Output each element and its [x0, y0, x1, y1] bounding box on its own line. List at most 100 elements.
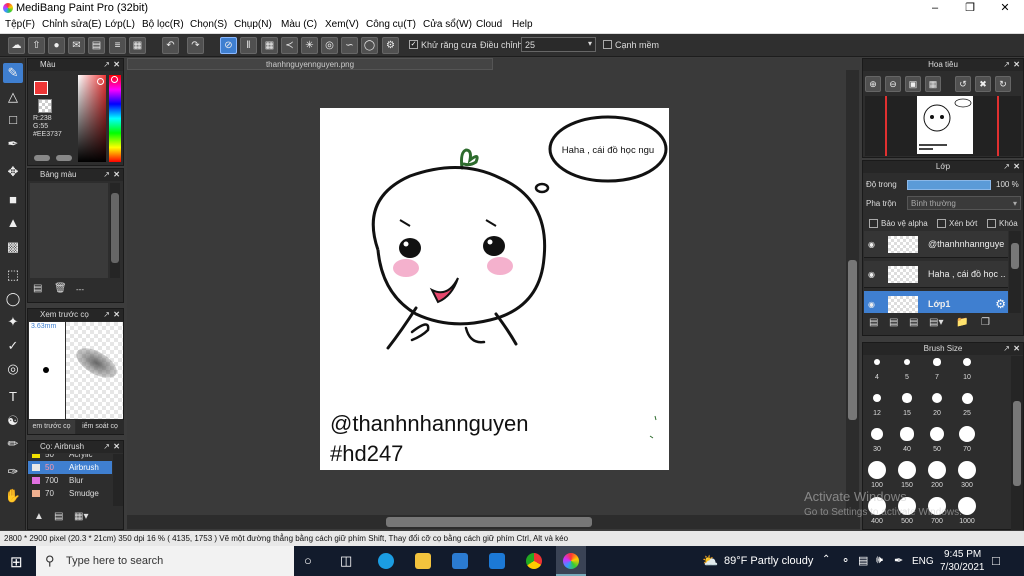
new-layer-icon[interactable]: ▤ — [869, 317, 878, 328]
pen-tool-icon[interactable]: ✒ — [3, 134, 23, 154]
navigator-preview[interactable] — [865, 96, 1021, 156]
hand-tool-icon[interactable]: ✋ — [3, 486, 23, 506]
menu-edit[interactable]: Chỉnh sửa(E) — [42, 19, 102, 30]
brush-size-option[interactable]: 20 — [925, 384, 949, 420]
brush-size-option[interactable]: 12 — [865, 384, 889, 420]
palette-scrollbar[interactable] — [110, 183, 120, 278]
saturation-picker[interactable] — [78, 75, 106, 162]
brush-scrollbar[interactable] — [113, 454, 123, 506]
popout-icon[interactable]: ↗ — [103, 169, 110, 181]
zoom-in-icon[interactable]: ⊕ — [865, 76, 881, 92]
select-rect-tool-icon[interactable]: ⬚ — [3, 265, 23, 285]
close-icon[interactable]: ✕ — [113, 441, 120, 453]
popout-icon[interactable]: ↗ — [1003, 59, 1010, 71]
menu-select[interactable]: Chọn(S) — [190, 19, 227, 30]
mail-icon[interactable] — [489, 553, 505, 569]
clip-checkbox[interactable] — [937, 219, 946, 228]
brush-list-item[interactable]: 50 Airbrush — [28, 461, 112, 474]
ellipse-snap-icon[interactable]: ◯ — [361, 37, 378, 54]
brush-size-option[interactable]: 30 — [865, 420, 889, 456]
opacity-slider[interactable] — [907, 180, 991, 190]
list-icon[interactable]: ≡ — [109, 37, 126, 54]
clock-time[interactable]: 9:45 PM — [944, 549, 981, 560]
actual-size-icon[interactable]: ▦ — [925, 76, 941, 92]
fit-icon[interactable]: ▣ — [905, 76, 921, 92]
palette-area[interactable] — [30, 183, 108, 278]
close-icon[interactable]: ✕ — [113, 169, 120, 181]
network-icon[interactable]: ▤ — [858, 554, 868, 567]
brush-size-scrollbar[interactable] — [1011, 356, 1023, 530]
menu-color[interactable]: Màu (C) — [281, 19, 317, 30]
clock-date[interactable]: 7/30/2021 — [940, 562, 985, 573]
brush-size-option[interactable]: 150 — [895, 456, 919, 492]
tab-brush-control[interactable]: iểm soát cọ — [76, 420, 124, 434]
brush-menu-icon[interactable]: ▦▾ — [74, 511, 88, 522]
layer-row[interactable]: ◉ @thanhnhannguye — [864, 231, 1008, 258]
menu-filter[interactable]: Bộ lọc(R) — [142, 19, 184, 30]
divide-tool-icon[interactable]: ✏ — [3, 434, 23, 454]
brush-size-option[interactable]: 15 — [895, 384, 919, 420]
close-icon[interactable]: ✕ — [1013, 161, 1020, 173]
page-icon[interactable]: ▤ — [88, 37, 105, 54]
new-brush-icon[interactable]: ▤ — [54, 511, 63, 522]
brush-list-item[interactable]: 700 Blur — [28, 474, 112, 487]
no-snap-icon[interactable]: ⊘ — [220, 37, 237, 54]
antialias-checkbox[interactable]: ✓ — [409, 40, 418, 49]
menu-snap[interactable]: Chụp(N) — [234, 19, 272, 30]
medibang-taskbar-item[interactable] — [556, 546, 586, 576]
restore-button[interactable]: ❐ — [953, 0, 987, 17]
select-pen-icon[interactable]: ✓ — [3, 336, 23, 356]
drawing-canvas[interactable]: Haha , cái đồ học ngu @thanhnhannguyen #… — [320, 108, 669, 470]
grid-icon[interactable]: ▦ — [129, 37, 146, 54]
swatch-mode-button[interactable] — [56, 155, 72, 161]
new-layer-1bit-icon[interactable]: ▤ — [909, 317, 918, 328]
duplicate-layer-icon[interactable]: ❐ — [981, 317, 990, 328]
add-palette-icon[interactable]: ▤ — [33, 283, 42, 294]
folder-icon[interactable]: 📁 — [956, 317, 968, 328]
undo-icon[interactable]: ↶ — [162, 37, 179, 54]
brush-size-option[interactable]: 5 — [895, 356, 919, 384]
document-tab[interactable]: thanhnguyennguyen.png — [127, 58, 493, 70]
task-view-icon[interactable]: ◫ — [340, 553, 352, 569]
eye-icon[interactable]: ◉ — [868, 261, 875, 288]
lock-checkbox[interactable] — [987, 219, 996, 228]
add-brush-icon[interactable]: ▲ — [34, 511, 44, 522]
menu-view[interactable]: Xem(V) — [325, 19, 359, 30]
language-indicator[interactable]: ENG — [912, 556, 934, 567]
circle-snap-icon[interactable]: ◎ — [321, 37, 338, 54]
brush-list-item[interactable]: 50 Acrylic — [28, 454, 112, 461]
layer-scrollbar[interactable] — [1009, 231, 1021, 313]
hue-slider[interactable] — [109, 75, 121, 162]
cloud-icon[interactable]: ☁ — [8, 37, 25, 54]
popout-icon[interactable]: ↗ — [1003, 161, 1010, 173]
brush-size-option[interactable]: 100 — [865, 456, 889, 492]
cortana-icon[interactable]: ○ — [304, 553, 312, 568]
rotate-right-icon[interactable]: ↻ — [995, 76, 1011, 92]
gear-icon[interactable]: ⚙ — [995, 291, 1006, 313]
grid-snap-icon[interactable]: ▦ — [261, 37, 278, 54]
sub-color-swatch[interactable] — [38, 99, 52, 113]
tray-chevron-icon[interactable]: ⌃ — [822, 554, 830, 565]
rotate-left-icon[interactable]: ↺ — [955, 76, 971, 92]
eye-icon[interactable]: ◉ — [868, 231, 875, 258]
menu-cloud[interactable]: Cloud — [476, 19, 502, 30]
close-icon[interactable]: ✕ — [1013, 59, 1020, 71]
gear-icon[interactable]: ⚙ — [382, 37, 399, 54]
brush-size-option[interactable]: 10 — [955, 356, 979, 384]
layer-row[interactable]: ◉ Haha , cái đồ học ... — [864, 261, 1008, 288]
volume-icon[interactable]: 🕪 — [876, 554, 883, 567]
minimize-button[interactable]: – — [918, 0, 952, 17]
popout-icon[interactable]: ↗ — [103, 441, 110, 453]
brush-size-option[interactable]: 70 — [955, 420, 979, 456]
lasso-tool-icon[interactable]: ◯ — [3, 289, 23, 309]
close-button[interactable]: ✕ — [988, 0, 1022, 17]
taskbar-search[interactable]: ⚲ Type here to search — [36, 546, 294, 576]
brush-list-item[interactable]: 70 Smudge — [28, 487, 112, 500]
menu-tools[interactable]: Công cụ(T) — [366, 19, 416, 30]
perspective-snap-icon[interactable]: ≺ — [281, 37, 298, 54]
brush-size-option[interactable]: 200 — [925, 456, 949, 492]
edge-icon[interactable] — [378, 553, 394, 569]
menu-window[interactable]: Cửa sổ(W) — [423, 19, 472, 30]
meet-now-icon[interactable]: ⚬ — [841, 554, 850, 567]
blend-select[interactable]: Bình thường ▾ — [907, 196, 1021, 210]
